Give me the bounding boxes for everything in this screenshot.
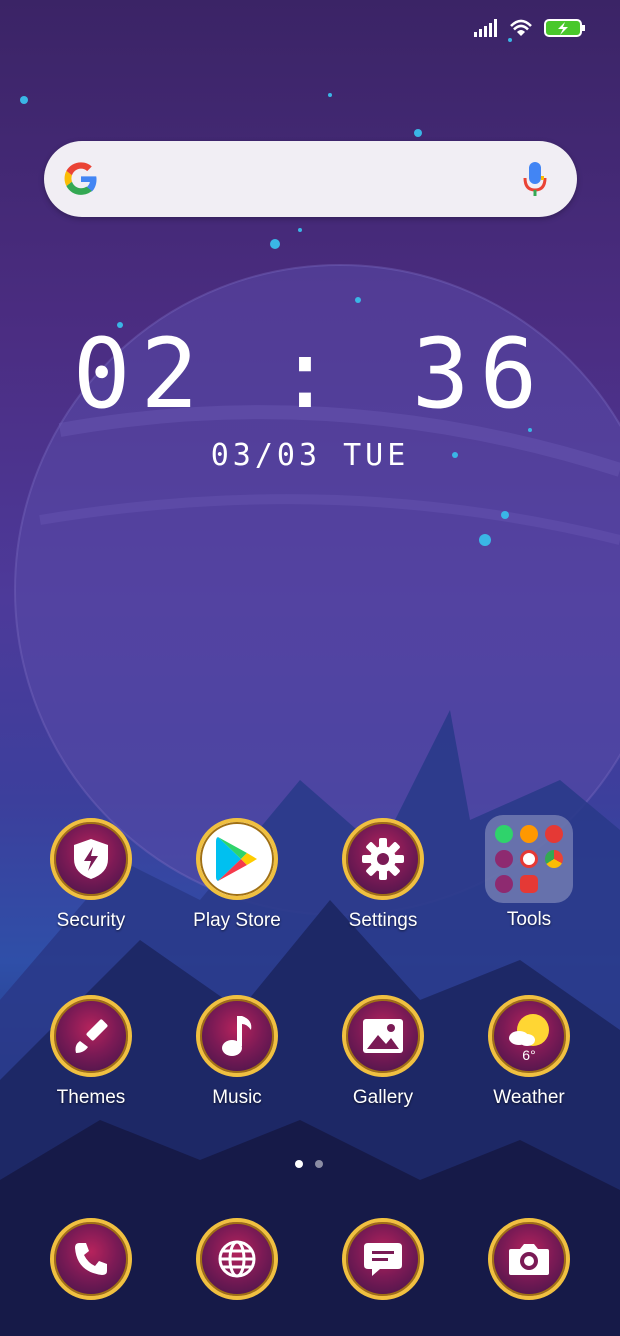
microphone-icon[interactable] xyxy=(523,160,547,198)
folder-icon xyxy=(485,815,573,903)
app-music[interactable]: Music xyxy=(164,995,310,1109)
globe-icon xyxy=(196,1218,278,1300)
image-icon xyxy=(342,995,424,1077)
page-dot-active[interactable] xyxy=(295,1160,303,1168)
music-note-icon xyxy=(196,995,278,1077)
signal-icon xyxy=(474,19,497,37)
play-store-icon xyxy=(196,818,278,900)
search-bar[interactable] xyxy=(44,141,577,217)
app-themes[interactable]: Themes xyxy=(18,995,164,1109)
message-icon xyxy=(342,1218,424,1300)
wifi-icon xyxy=(510,19,532,36)
app-gallery[interactable]: Gallery xyxy=(310,995,456,1109)
page-dot[interactable] xyxy=(315,1160,323,1168)
phone-icon xyxy=(50,1218,132,1300)
weather-temperature: 6° xyxy=(522,1047,536,1063)
status-bar xyxy=(474,14,586,42)
app-label: Play Store xyxy=(193,910,281,931)
app-label: Themes xyxy=(56,1087,126,1108)
sun-cloud-icon: 6° xyxy=(488,995,570,1077)
gear-icon xyxy=(342,818,424,900)
app-label: Settings xyxy=(348,910,418,931)
dock-browser[interactable] xyxy=(164,1218,310,1300)
battery-charging-icon xyxy=(544,19,585,37)
clock-time[interactable]: 02 : 36 xyxy=(0,318,620,430)
camera-icon xyxy=(488,1218,570,1300)
app-weather[interactable]: 6° Weather xyxy=(456,995,602,1109)
app-label: Gallery xyxy=(352,1087,414,1108)
dock-messages[interactable] xyxy=(310,1218,456,1300)
app-settings[interactable]: Settings xyxy=(310,818,456,932)
dock-phone[interactable] xyxy=(18,1218,164,1300)
shield-icon xyxy=(50,818,132,900)
app-security[interactable]: Security xyxy=(18,818,164,932)
app-label: Security xyxy=(56,910,126,931)
google-g-icon[interactable] xyxy=(62,160,100,198)
app-play-store[interactable]: Play Store xyxy=(164,818,310,932)
paintbrush-icon xyxy=(50,995,132,1077)
folder-tools[interactable]: Tools xyxy=(456,815,602,931)
clock-date[interactable]: 03/03 TUE xyxy=(0,438,620,473)
page-indicator xyxy=(295,1160,323,1168)
app-label: Tools xyxy=(506,909,552,930)
app-label: Music xyxy=(212,1087,262,1108)
dock-camera[interactable] xyxy=(456,1218,602,1300)
app-label: Weather xyxy=(493,1087,565,1108)
